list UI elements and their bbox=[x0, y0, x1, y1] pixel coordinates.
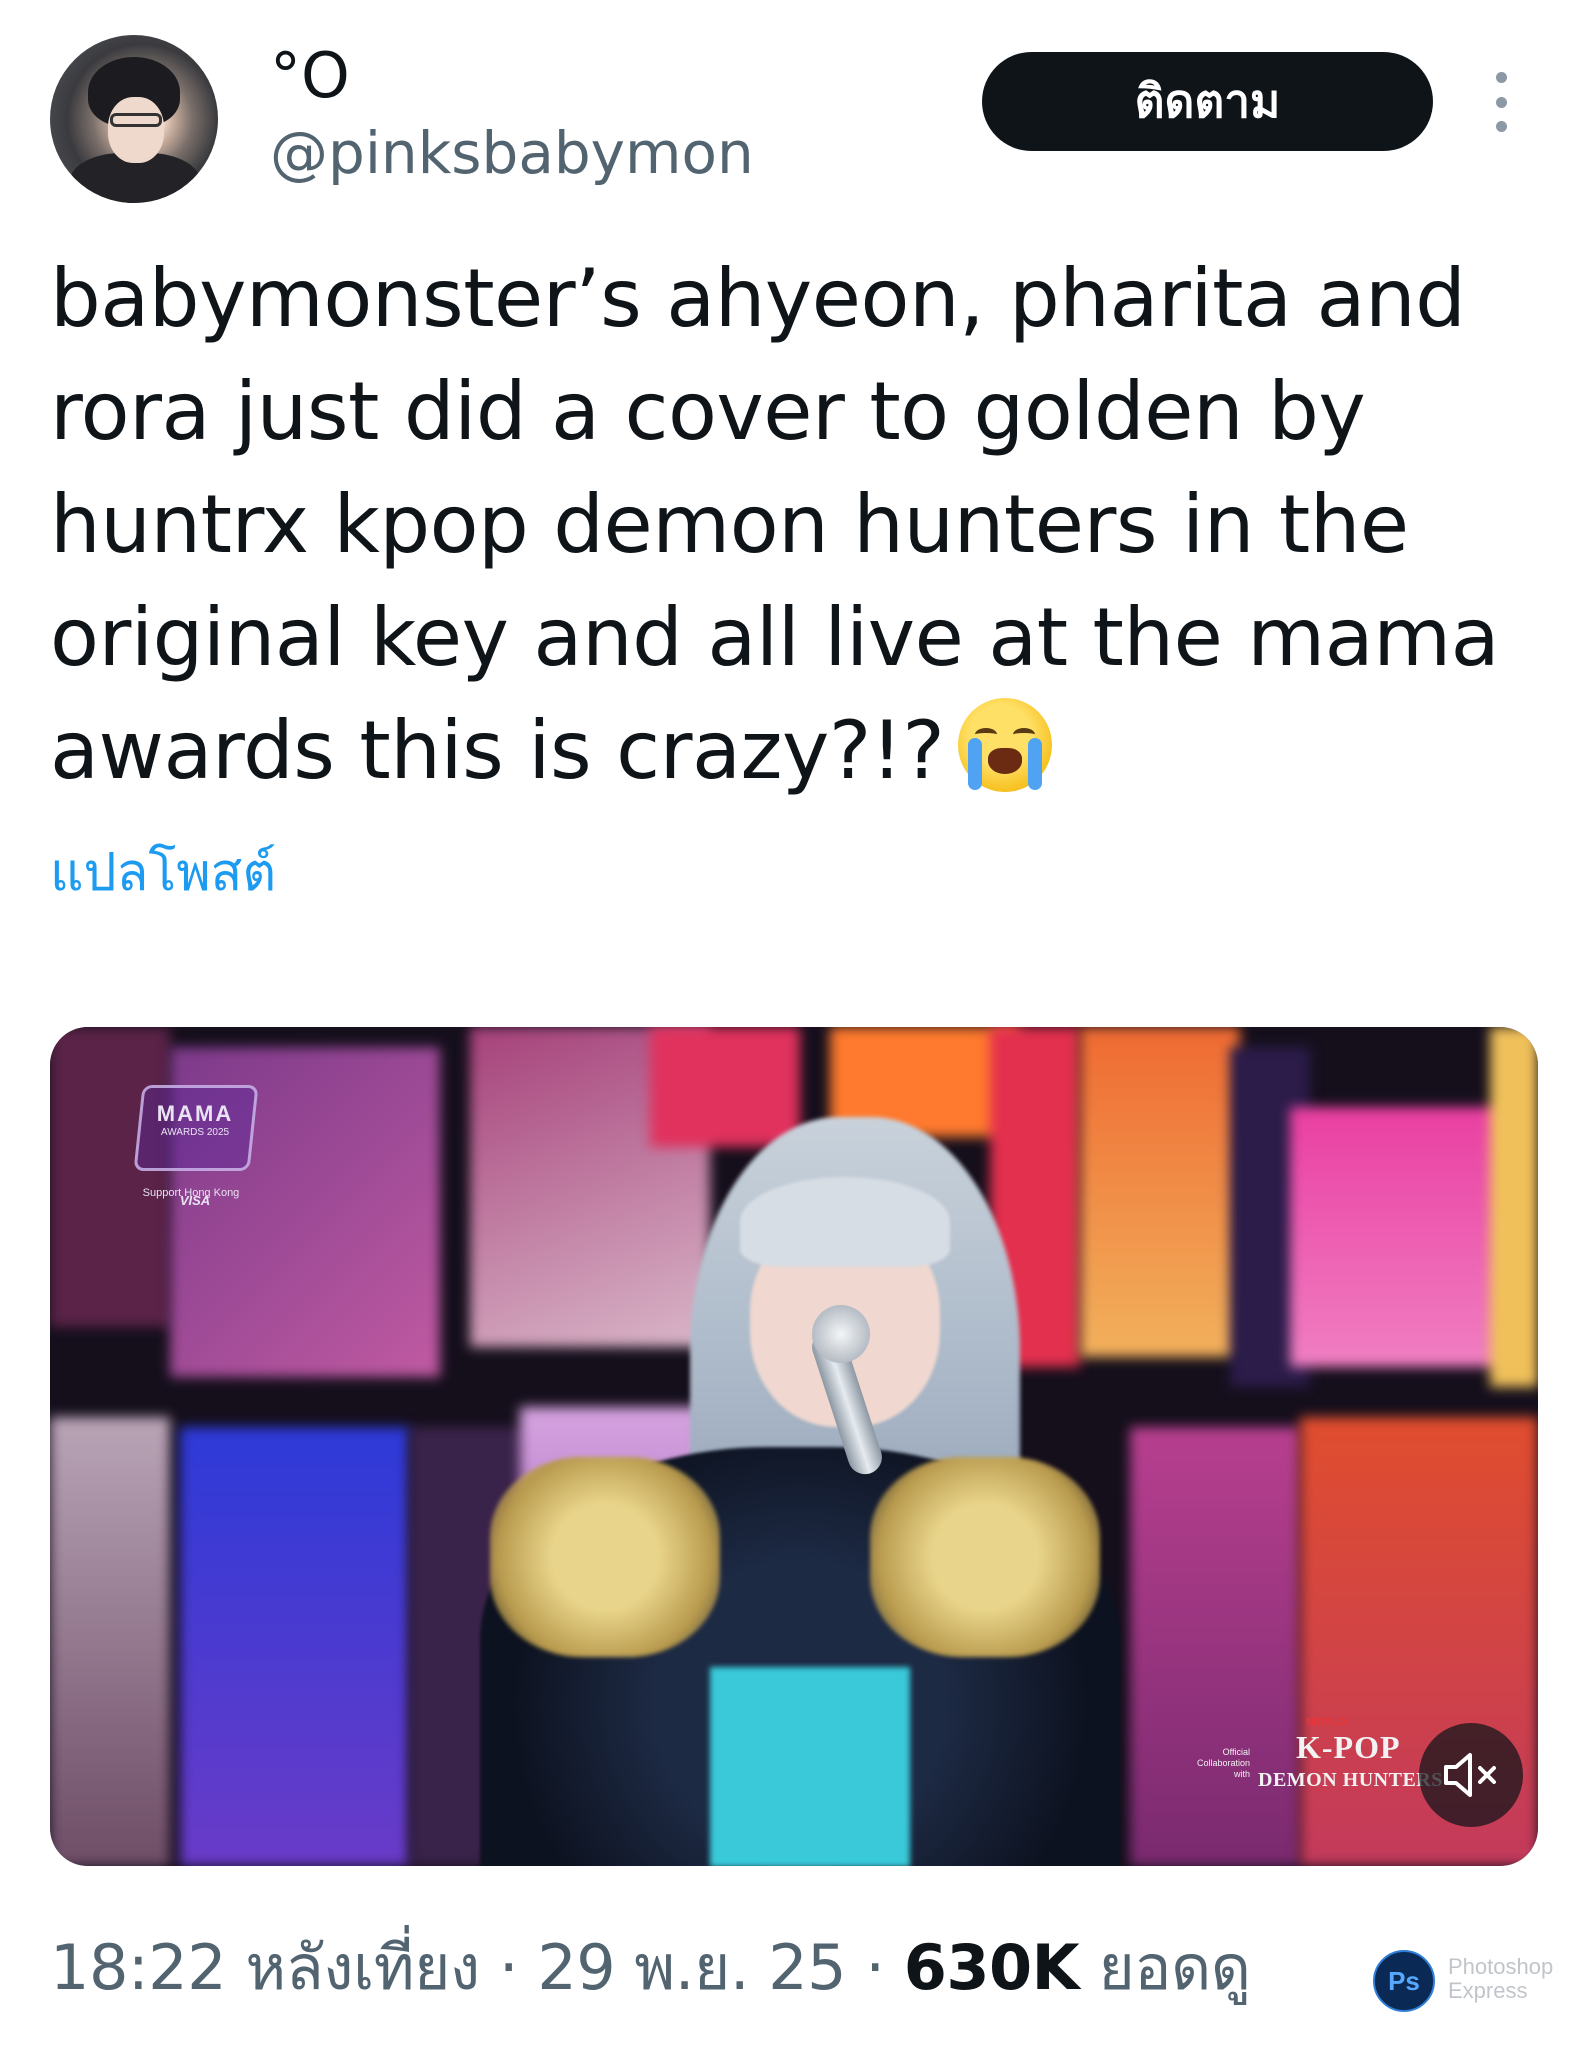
avatar-face bbox=[108, 97, 164, 163]
meta-separator: · bbox=[846, 1931, 904, 2004]
tweet-time[interactable]: 18:22 หลังเที่ยง bbox=[50, 1931, 480, 2004]
views-count: 630K bbox=[903, 1931, 1080, 2004]
netflix-text: NETFLIX bbox=[1306, 1717, 1348, 1728]
collab-text: Official Collaboration with bbox=[1196, 1747, 1250, 1779]
author-handle[interactable]: @pinksbabymon bbox=[270, 115, 754, 191]
mama-support-text: Support Hong Kong bbox=[142, 1187, 240, 1199]
performer-bangs bbox=[740, 1177, 950, 1267]
more-dot bbox=[1495, 72, 1507, 83]
video-player[interactable]: MAMA AWARDS 2025 VISA Support Hong Kong … bbox=[50, 1027, 1538, 1866]
views-label: ยอดดู bbox=[1098, 1931, 1251, 2004]
performer-top bbox=[710, 1667, 910, 1866]
microphone-head bbox=[812, 1305, 870, 1363]
author-display-name[interactable]: °O bbox=[270, 36, 350, 116]
tweet-date[interactable]: 29 พ.ย. 25 bbox=[537, 1931, 846, 2004]
photoshop-express-watermark: Photoshop Express bbox=[1448, 1954, 1554, 2003]
more-dot bbox=[1495, 121, 1507, 132]
performer-epaulette bbox=[870, 1457, 1100, 1657]
kpop-demon-hunters-watermark: Official Collaboration with NETFLIX K-PO… bbox=[1190, 1717, 1450, 1807]
photoshop-express-logo: Ps bbox=[1373, 1950, 1435, 2012]
mama-logo-subtitle: AWARDS 2025 bbox=[160, 1127, 230, 1138]
translate-post-link[interactable]: แปลโพสต์ bbox=[50, 838, 276, 908]
tweet-body: babymonster’s ahyeon, pharita and rora j… bbox=[50, 242, 1540, 807]
more-dot bbox=[1495, 96, 1507, 108]
avatar-glasses bbox=[110, 113, 162, 127]
tweet-meta: 18:22 หลังเที่ยง · 29 พ.ย. 25 · 630K ยอด… bbox=[50, 1925, 1251, 2011]
demon-hunters-text: DEMON HUNTERS bbox=[1258, 1769, 1443, 1791]
more-options-icon[interactable] bbox=[1486, 72, 1516, 132]
mute-button[interactable] bbox=[1419, 1723, 1523, 1827]
performer-epaulette bbox=[490, 1457, 720, 1657]
author-avatar[interactable] bbox=[50, 35, 218, 203]
mama-awards-logo: MAMA AWARDS 2025 VISA bbox=[120, 1075, 270, 1225]
kpop-text: K-POP bbox=[1296, 1729, 1401, 1765]
follow-button[interactable]: ติดตาม bbox=[982, 52, 1433, 151]
speaker-muted-icon bbox=[1444, 1753, 1496, 1797]
loudly-crying-face-icon bbox=[958, 698, 1053, 792]
mama-logo-title: MAMA bbox=[156, 1101, 234, 1126]
tweet-text: babymonster’s ahyeon, pharita and rora j… bbox=[50, 252, 1525, 797]
meta-separator: · bbox=[479, 1931, 538, 2004]
